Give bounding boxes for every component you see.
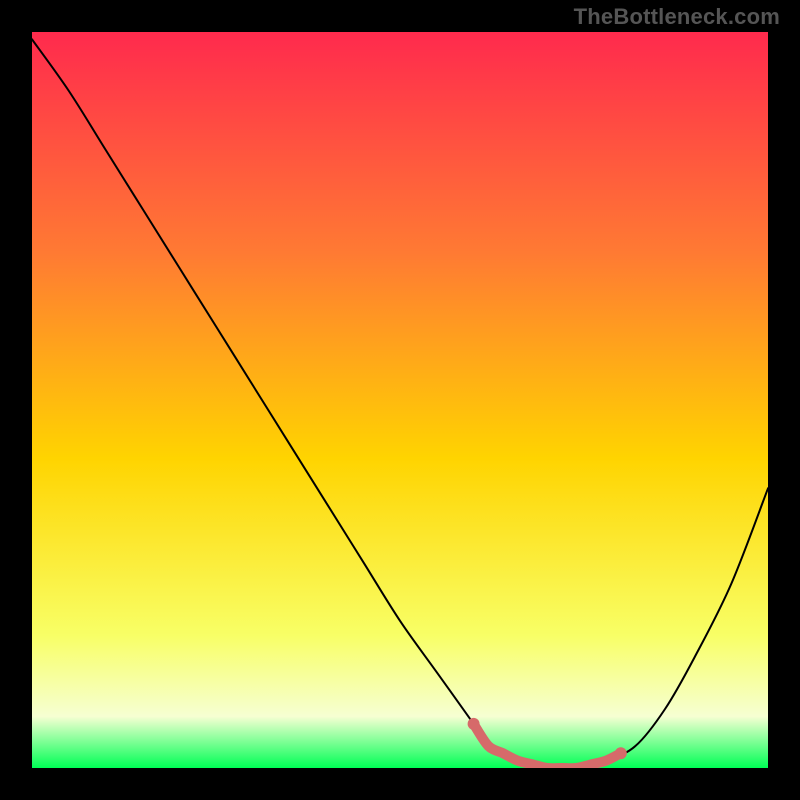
chart-stage: TheBottleneck.com bbox=[0, 0, 800, 800]
heat-gradient bbox=[32, 32, 768, 768]
trough-endpoint-right bbox=[615, 747, 627, 759]
bottleneck-chart bbox=[32, 32, 768, 768]
trough-endpoint-left bbox=[468, 718, 480, 730]
plot-area bbox=[32, 32, 768, 768]
watermark-text: TheBottleneck.com bbox=[574, 4, 780, 30]
